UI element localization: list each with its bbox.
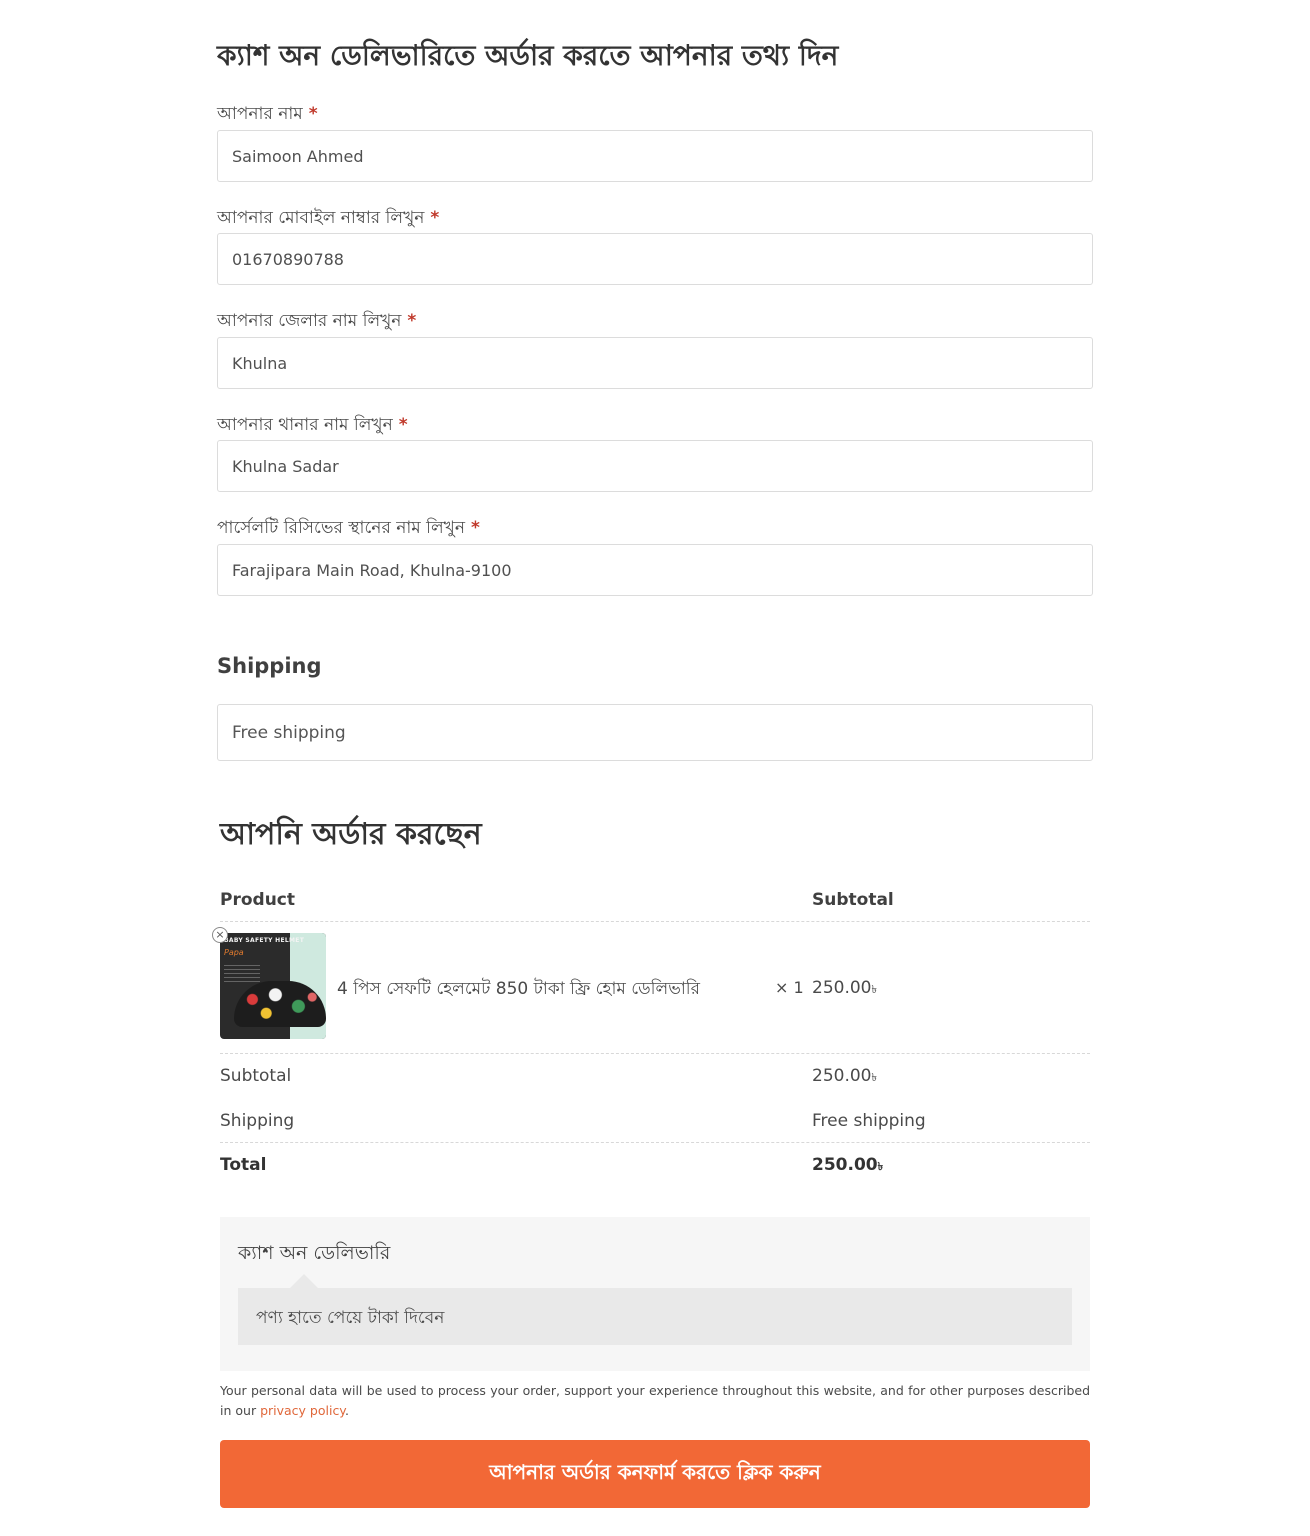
- district-label-text: আপনার জেলার নাম লিখুন: [217, 311, 402, 331]
- required-mark: *: [398, 415, 408, 435]
- subtotal-amount: 250.00: [812, 1066, 872, 1086]
- product-quantity: × 1: [775, 978, 804, 997]
- thumbnail-label: BABY SAFETY HELMET: [224, 937, 305, 944]
- address-label-text: পার্সেলটি রিসিভের স্থানের নাম লিখুন: [217, 518, 465, 538]
- privacy-policy-link[interactable]: privacy policy: [260, 1403, 345, 1418]
- currency-symbol: ৳: [877, 1160, 884, 1173]
- payment-box-arrow: [290, 1274, 318, 1288]
- subtotal-column-header: Subtotal: [812, 890, 894, 910]
- thumbnail-text-lines: [224, 965, 260, 983]
- close-icon: ×: [215, 928, 225, 941]
- currency-symbol: ৳: [871, 1071, 877, 1084]
- item-subtotal: 250.00৳: [812, 978, 877, 1000]
- item-subtotal-amount: 250.00: [812, 978, 872, 998]
- subtotal-label: Subtotal: [220, 1066, 292, 1086]
- divider: [220, 921, 1090, 922]
- payment-description: পণ্য হাতে পেয়ে টাকা দিবেন: [256, 1308, 445, 1328]
- address-input[interactable]: [217, 544, 1093, 596]
- thana-label: আপনার থানার নাম লিখুন *: [217, 412, 408, 440]
- privacy-suffix: .: [344, 1403, 349, 1418]
- place-order-button[interactable]: আপনার অর্ডার কনফার্ম করতে ক্লিক করুন: [220, 1440, 1090, 1508]
- payment-description-box: পণ্য হাতে পেয়ে টাকা দিবেন: [238, 1274, 1072, 1345]
- district-label: আপনার জেলার নাম লিখুন *: [217, 308, 416, 336]
- name-input[interactable]: [217, 130, 1093, 182]
- shipping-method[interactable]: Free shipping: [217, 704, 1093, 761]
- total-label: Total: [220, 1155, 267, 1175]
- shipping-heading: Shipping: [217, 654, 322, 678]
- required-mark: *: [308, 104, 318, 124]
- total-amount: 250.00: [812, 1155, 878, 1175]
- name-label: আপনার নাম *: [217, 101, 318, 129]
- district-input[interactable]: [217, 337, 1093, 389]
- payment-methods: ক্যাশ অন ডেলিভারি পণ্য হাতে পেয়ে টাকা দ…: [220, 1217, 1090, 1371]
- mobile-input[interactable]: [217, 233, 1093, 285]
- currency-symbol: ৳: [871, 983, 877, 996]
- thumbnail-brand: Papa: [224, 948, 244, 957]
- subtotal-value: 250.00৳: [812, 1066, 877, 1088]
- divider: [220, 1053, 1090, 1054]
- thana-input[interactable]: [217, 440, 1093, 492]
- order-review-heading: আপনি অর্ডার করছেন: [220, 817, 482, 852]
- form-title: ক্যাশ অন ডেলিভারিতে অর্ডার করতে আপনার তথ…: [217, 39, 839, 72]
- shipping-method-label: Free shipping: [232, 722, 346, 743]
- remove-item-button[interactable]: ×: [212, 927, 228, 943]
- product-name: 4 পিস সেফটি হেলমেট 850 টাকা ফ্রি হোম ডেল…: [337, 979, 701, 999]
- required-mark: *: [407, 311, 417, 331]
- mobile-label: আপনার মোবাইল নাম্বার লিখুন *: [217, 205, 439, 233]
- required-mark: *: [430, 208, 440, 228]
- product-thumbnail[interactable]: BABY SAFETY HELMET Papa: [220, 933, 326, 1039]
- required-mark: *: [470, 518, 480, 538]
- shipping-label: Shipping: [220, 1111, 295, 1131]
- mobile-label-text: আপনার মোবাইল নাম্বার লিখুন: [217, 208, 425, 228]
- privacy-notice: Your personal data will be used to proce…: [220, 1381, 1090, 1421]
- divider: [220, 1142, 1090, 1143]
- total-value: 250.00৳: [812, 1155, 883, 1177]
- privacy-text: Your personal data will be used to proce…: [220, 1383, 1090, 1418]
- product-column-header: Product: [220, 890, 295, 910]
- address-label: পার্সেলটি রিসিভের স্থানের নাম লিখুন *: [217, 515, 480, 543]
- thana-label-text: আপনার থানার নাম লিখুন: [217, 415, 393, 435]
- shipping-value: Free shipping: [812, 1111, 926, 1131]
- payment-method-cod[interactable]: ক্যাশ অন ডেলিভারি: [238, 1239, 390, 1271]
- name-label-text: আপনার নাম: [217, 104, 303, 124]
